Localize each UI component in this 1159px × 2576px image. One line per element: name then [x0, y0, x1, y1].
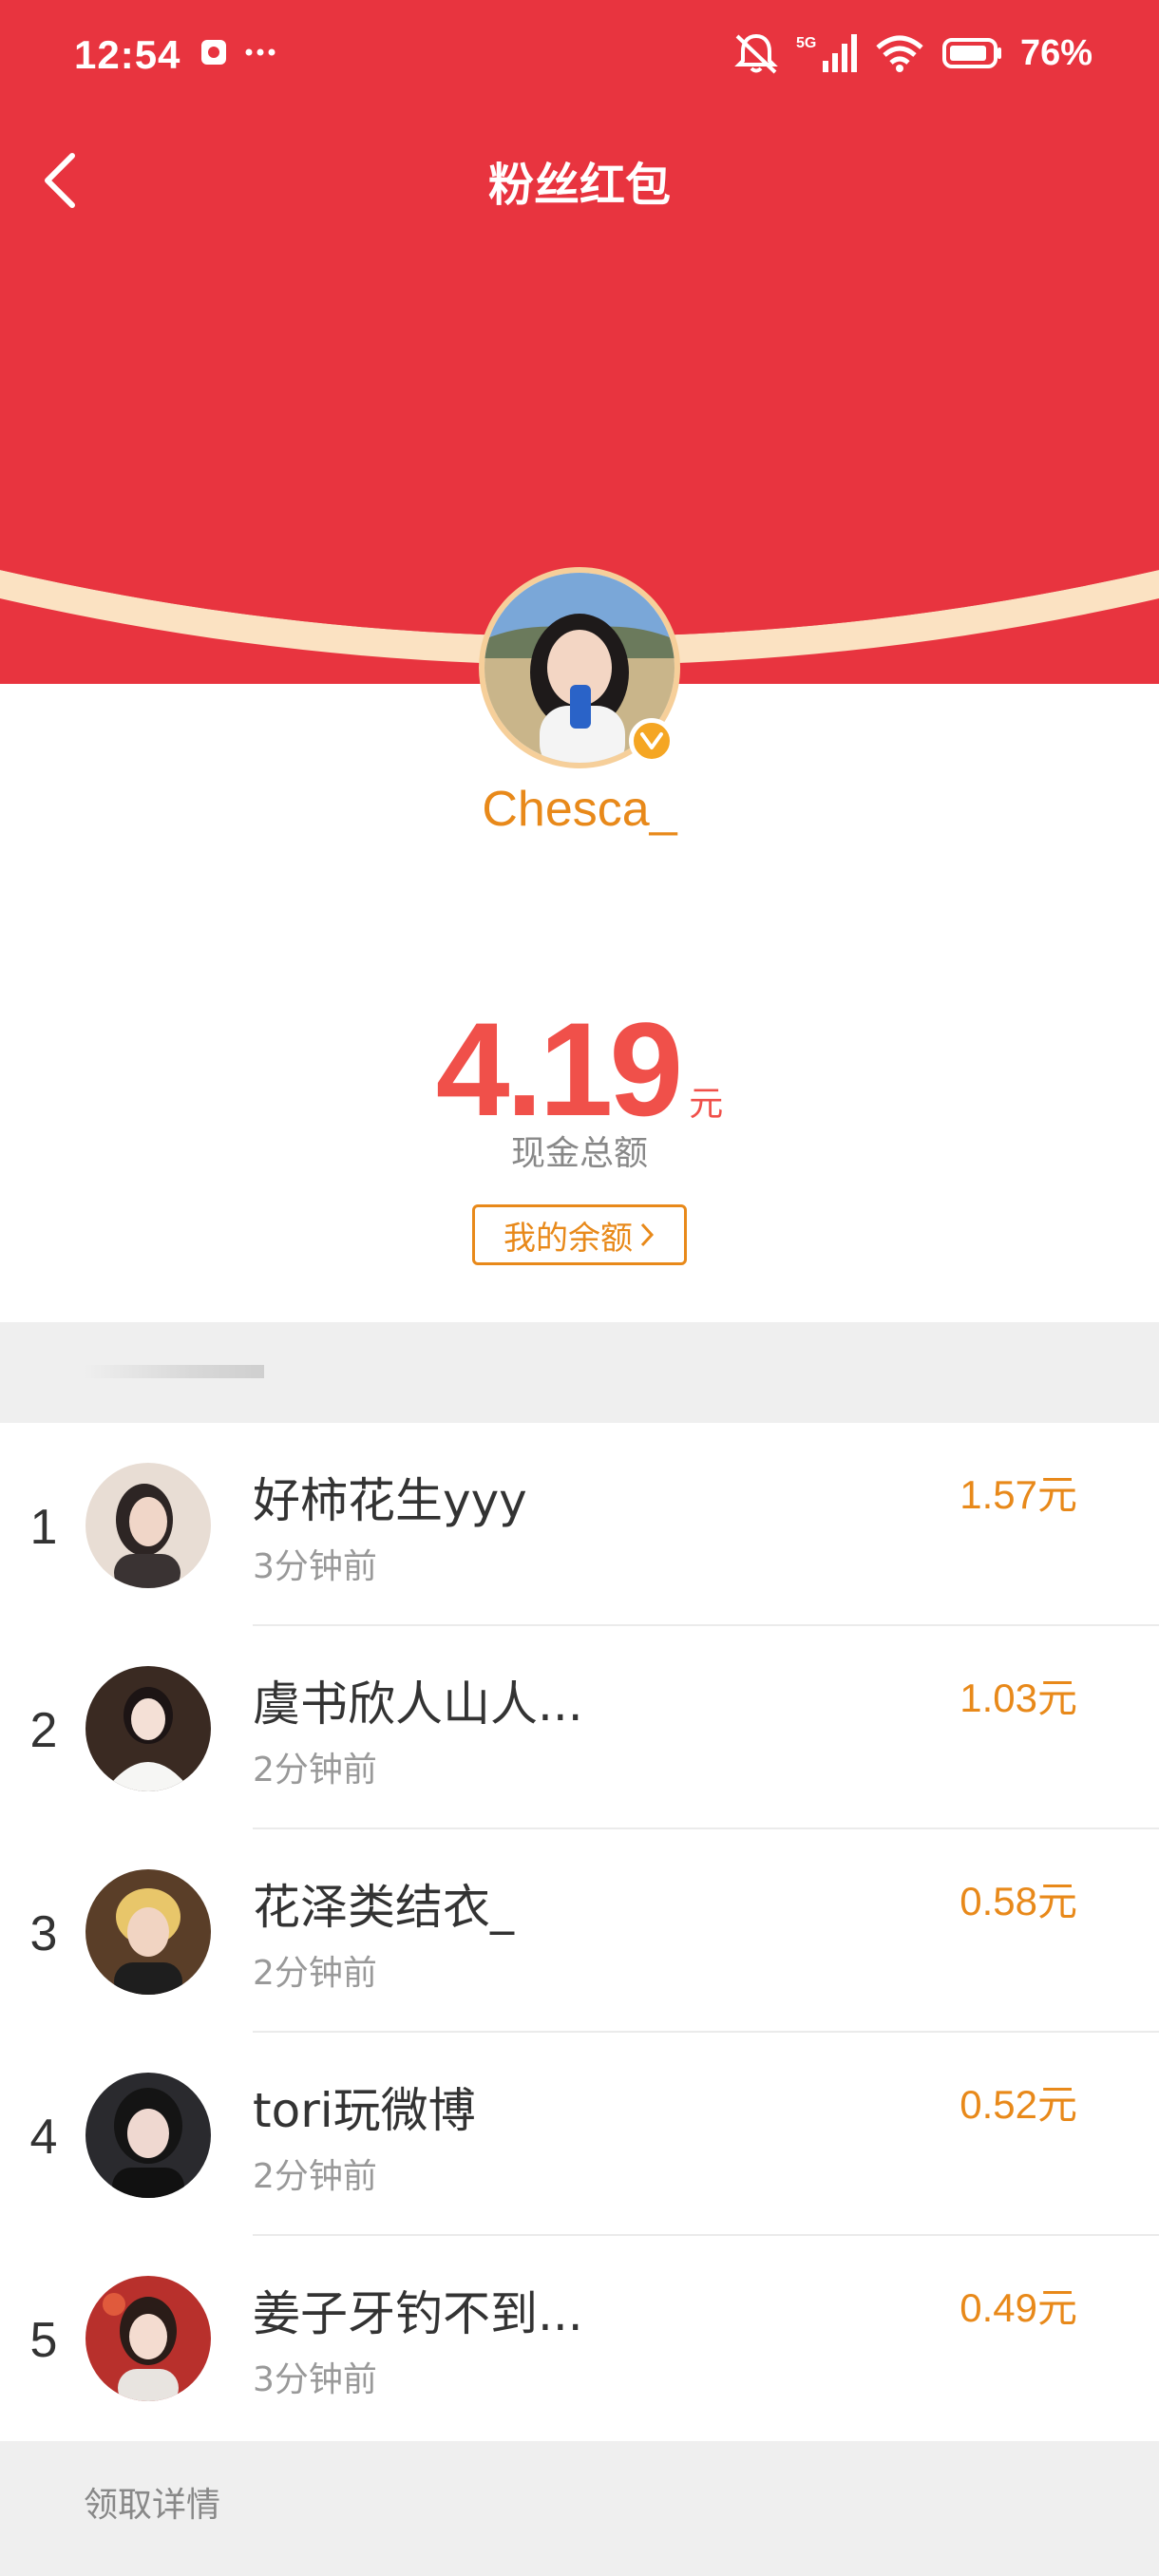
wifi-icon: [876, 35, 923, 72]
claim-details-section[interactable]: 领取详情: [0, 2441, 1159, 2576]
my-balance-label: 我的余额: [504, 1219, 633, 1258]
rank-number: 2: [29, 1703, 58, 1758]
recipient-amount: 0.49元: [960, 2285, 1077, 2330]
my-balance-button[interactable]: 我的余额: [472, 1204, 687, 1265]
rank-number: 1: [29, 1500, 58, 1555]
list-item[interactable]: 2 虞书欣人山人... 2分钟前 1.03元: [0, 1626, 1159, 1829]
status-right: 5G 76%: [733, 32, 1092, 74]
amount-row: 4.19 元: [0, 993, 1159, 1146]
avatar[interactable]: [86, 2073, 211, 2198]
redacted-summary-text: [84, 1365, 264, 1378]
rank-number: 4: [29, 2110, 58, 2165]
recipient-amount: 0.52元: [960, 2082, 1077, 2127]
total-amount: 4.19: [435, 994, 683, 1144]
chevron-right-icon: [640, 1222, 655, 1247]
recipient-name: 好柿花生yyy: [253, 1473, 527, 1528]
recipient-amount: 0.58元: [960, 1879, 1077, 1923]
status-bar: 12:54 5G 76%: [0, 0, 1159, 114]
battery-percent: 76%: [1019, 32, 1092, 73]
amount-label: 现金总额: [510, 1134, 648, 1173]
recipient-time: 3分钟前: [253, 2360, 377, 2399]
avatar[interactable]: [86, 1869, 211, 1995]
avatar[interactable]: [86, 2276, 211, 2401]
recipient-name: tori玩微博: [253, 2083, 476, 2138]
recipient-amount: 1.03元: [960, 1676, 1077, 1720]
list-item[interactable]: 5 姜子牙钓不到... 3分钟前 0.49元: [0, 2236, 1159, 2439]
status-time: 12:54: [74, 32, 181, 77]
recipient-list: 1 好柿花生yyy 3分钟前 1.57元 2 虞书欣人山人... 2分钟前 1.…: [0, 1423, 1159, 2439]
avatar[interactable]: [86, 1666, 211, 1791]
verified-badge-icon: [629, 718, 674, 764]
recipient-time: 2分钟前: [253, 1954, 377, 1993]
recipient-name: 花泽类结衣_: [253, 1880, 514, 1935]
recipient-amount: 1.57元: [960, 1472, 1077, 1517]
battery-icon: [941, 38, 1001, 68]
status-notification-icons: [201, 38, 277, 70]
sender-username[interactable]: Chesca_: [0, 781, 1159, 838]
claim-details-label: 领取详情: [84, 2486, 221, 2525]
svg-text:5G: 5G: [796, 35, 816, 51]
recipient-time: 3分钟前: [253, 1547, 377, 1586]
recipient-name: 虞书欣人山人...: [253, 1676, 583, 1732]
recipient-time: 2分钟前: [253, 1751, 377, 1790]
avatar[interactable]: [86, 1463, 211, 1588]
list-item[interactable]: 4 tori玩微博 2分钟前 0.52元: [0, 2033, 1159, 2236]
recipient-time: 2分钟前: [253, 2157, 377, 2196]
silent-bell-icon: [734, 33, 778, 74]
recipient-name: 姜子牙钓不到...: [253, 2286, 583, 2341]
signal-5g-icon: 5G: [796, 34, 857, 72]
list-item[interactable]: 3 花泽类结衣_ 2分钟前 0.58元: [0, 1829, 1159, 2033]
page-title: 粉丝红包: [487, 159, 671, 212]
rank-number: 3: [29, 1906, 58, 1961]
amount-unit: 元: [689, 1085, 724, 1124]
list-item[interactable]: 1 好柿花生yyy 3分钟前 1.57元: [0, 1423, 1159, 1626]
rank-number: 5: [29, 2313, 58, 2368]
